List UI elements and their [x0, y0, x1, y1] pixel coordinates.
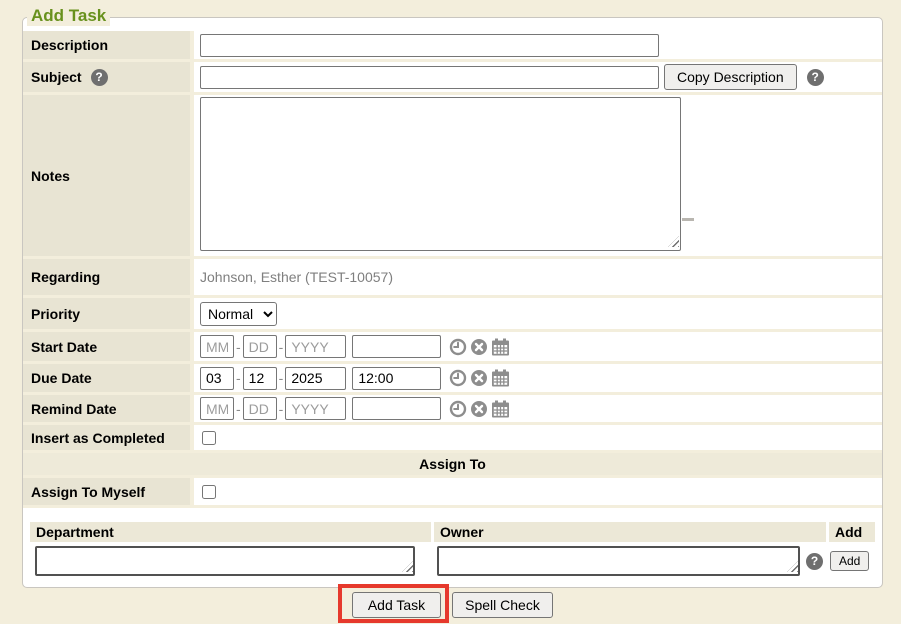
form-row-description: Description [23, 31, 882, 62]
due-date-yyyy-input[interactable] [285, 367, 346, 390]
add-task-page: Add Task Description Subject ? Copy Desc… [0, 0, 901, 624]
department-column-header: Department [36, 524, 114, 540]
regarding-label: Regarding [31, 269, 100, 285]
assign-to-header-label: Assign To [419, 456, 486, 472]
subject-input[interactable] [200, 66, 659, 89]
regarding-value: Johnson, Esther (TEST-10057) [200, 269, 393, 285]
remind-date-time-input[interactable] [352, 397, 441, 420]
assign-table-inputs: ? Add [30, 545, 875, 577]
remind-date-dd-input[interactable] [243, 397, 277, 420]
form-row-insert-completed: Insert as Completed [23, 425, 882, 453]
remind-date-label: Remind Date [31, 401, 117, 417]
add-task-button[interactable]: Add Task [352, 592, 441, 618]
clear-date-icon[interactable] [470, 338, 488, 356]
clock-icon[interactable] [449, 369, 467, 387]
subject-help-icon[interactable]: ? [91, 69, 108, 86]
calendar-icon[interactable] [491, 400, 510, 418]
clock-icon[interactable] [449, 338, 467, 356]
form-row-start-date: Start Date - - [23, 332, 882, 364]
clear-date-icon[interactable] [470, 369, 488, 387]
due-date-dd-input[interactable] [243, 367, 277, 390]
due-date-mm-input[interactable] [200, 367, 234, 390]
add-task-panel: Description Subject ? Copy Description ?… [22, 17, 883, 588]
assign-table-header: Department Owner Add [30, 522, 875, 542]
start-date-yyyy-input[interactable] [285, 335, 346, 358]
date-separator: - [236, 401, 241, 417]
date-separator: - [236, 370, 241, 386]
copy-description-button[interactable]: Copy Description [664, 64, 797, 90]
date-separator: - [279, 370, 284, 386]
screen-artifact [682, 218, 694, 221]
spell-check-button[interactable]: Spell Check [452, 592, 553, 618]
owner-input[interactable] [437, 546, 800, 576]
calendar-icon[interactable] [491, 369, 510, 387]
form-row-due-date: Due Date - - [23, 364, 882, 395]
form-row-assign-myself: Assign To Myself [23, 478, 882, 508]
remind-date-mm-input[interactable] [200, 397, 234, 420]
date-separator: - [279, 401, 284, 417]
subject-label: Subject [31, 69, 82, 85]
form-row-notes: Notes [23, 95, 882, 259]
date-separator: - [279, 339, 284, 355]
start-date-label: Start Date [31, 339, 97, 355]
remind-date-yyyy-input[interactable] [285, 397, 346, 420]
description-label: Description [31, 37, 108, 53]
page-title: Add Task [27, 6, 110, 26]
start-date-dd-input[interactable] [243, 335, 277, 358]
clock-icon[interactable] [449, 400, 467, 418]
clear-date-icon[interactable] [470, 400, 488, 418]
date-separator: - [236, 339, 241, 355]
notes-textarea[interactable] [200, 97, 681, 251]
due-date-label: Due Date [31, 370, 92, 386]
insert-completed-checkbox[interactable] [202, 431, 216, 445]
insert-completed-label: Insert as Completed [31, 430, 165, 446]
due-date-time-input[interactable] [352, 367, 441, 390]
owner-column-header: Owner [440, 524, 484, 540]
form-row-priority: Priority Normal [23, 298, 882, 332]
department-input[interactable] [35, 546, 415, 576]
priority-select[interactable]: Normal [200, 302, 277, 326]
add-assignee-button[interactable]: Add [830, 551, 869, 571]
assign-to-section-header: Assign To [23, 453, 882, 478]
form-row-regarding: Regarding Johnson, Esther (TEST-10057) [23, 259, 882, 298]
form-row-subject: Subject ? Copy Description ? [23, 62, 882, 95]
assign-myself-checkbox[interactable] [202, 485, 216, 499]
calendar-icon[interactable] [491, 338, 510, 356]
add-column-header: Add [835, 524, 862, 540]
start-date-mm-input[interactable] [200, 335, 234, 358]
notes-label: Notes [31, 168, 70, 184]
priority-label: Priority [31, 306, 80, 322]
footer-actions: Add Task Spell Check [0, 591, 901, 624]
spacer [23, 508, 882, 522]
owner-help-icon[interactable]: ? [806, 553, 823, 570]
form-row-remind-date: Remind Date - - [23, 395, 882, 425]
start-date-time-input[interactable] [352, 335, 441, 358]
description-input[interactable] [200, 34, 659, 57]
assign-myself-label: Assign To Myself [31, 484, 145, 500]
copy-description-help-icon[interactable]: ? [807, 69, 824, 86]
